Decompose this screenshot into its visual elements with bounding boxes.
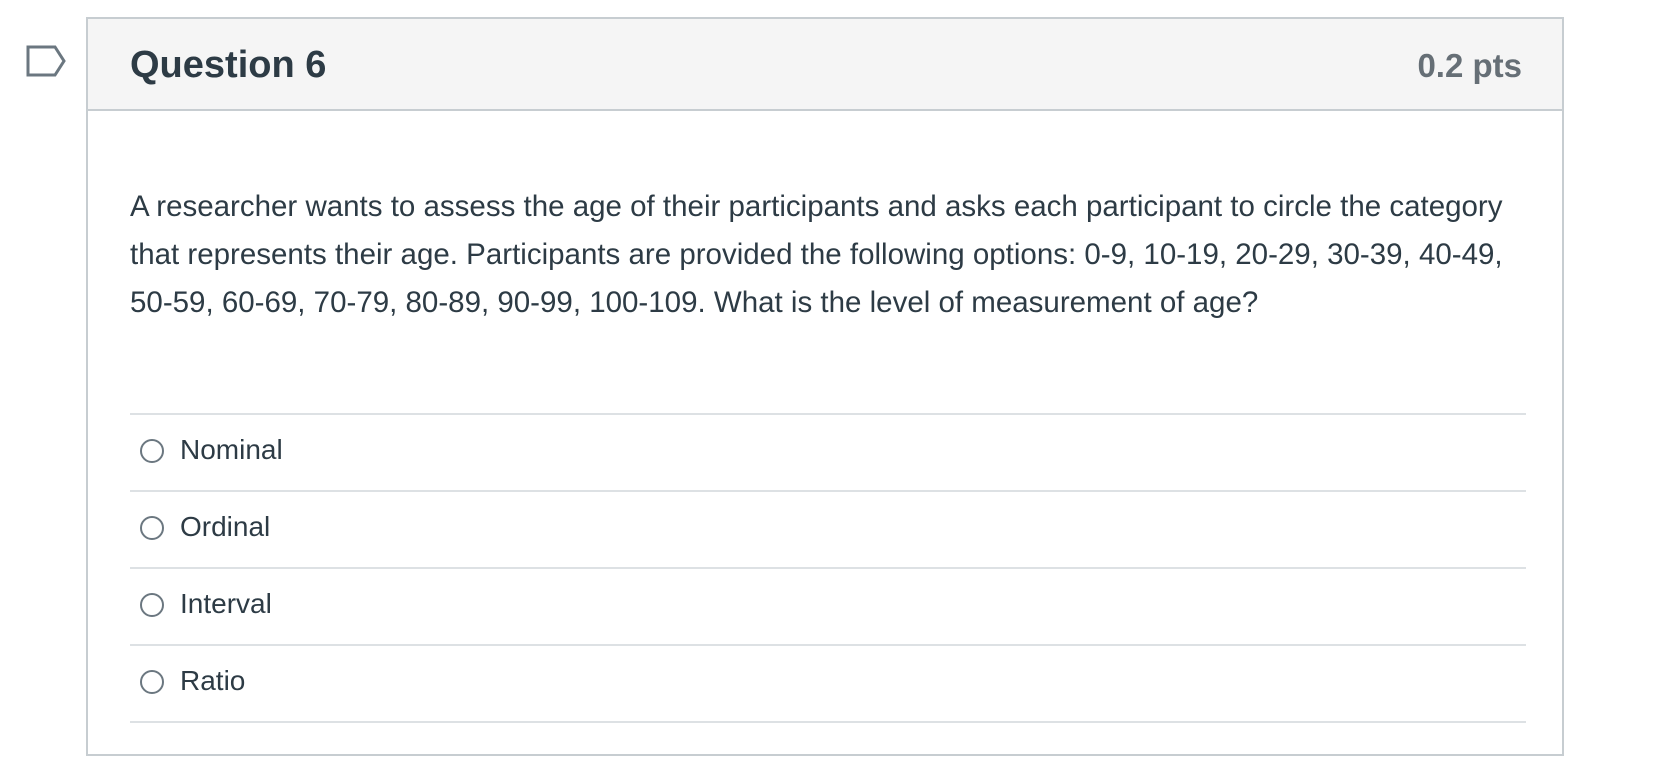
answer-option-ordinal[interactable]: Ordinal (130, 492, 1526, 569)
question-card: Question 6 0.2 pts A researcher wants to… (86, 17, 1564, 756)
answer-label: Nominal (180, 434, 283, 465)
answer-option-interval[interactable]: Interval (130, 569, 1526, 646)
question-title: Question 6 (130, 44, 327, 86)
answer-label: Ordinal (180, 511, 271, 542)
radio-button[interactable] (140, 593, 164, 617)
question-points: 0.2 pts (1417, 47, 1522, 84)
radio-button[interactable] (140, 516, 164, 540)
question-text: A researcher wants to assess the age of … (130, 190, 1503, 319)
radio-button[interactable] (140, 439, 164, 463)
answer-label: Interval (180, 588, 272, 619)
question-header: Question 6 0.2 pts (88, 19, 1562, 111)
flag-question-icon[interactable] (25, 44, 69, 78)
answer-option-nominal[interactable]: Nominal (130, 415, 1526, 492)
quiz-page: Question 6 0.2 pts A researcher wants to… (0, 0, 1680, 762)
answer-list: Nominal Ordinal Interval Ratio (130, 413, 1526, 723)
radio-button[interactable] (140, 670, 164, 694)
answer-option-ratio[interactable]: Ratio (130, 646, 1526, 723)
answer-label: Ratio (180, 665, 246, 696)
